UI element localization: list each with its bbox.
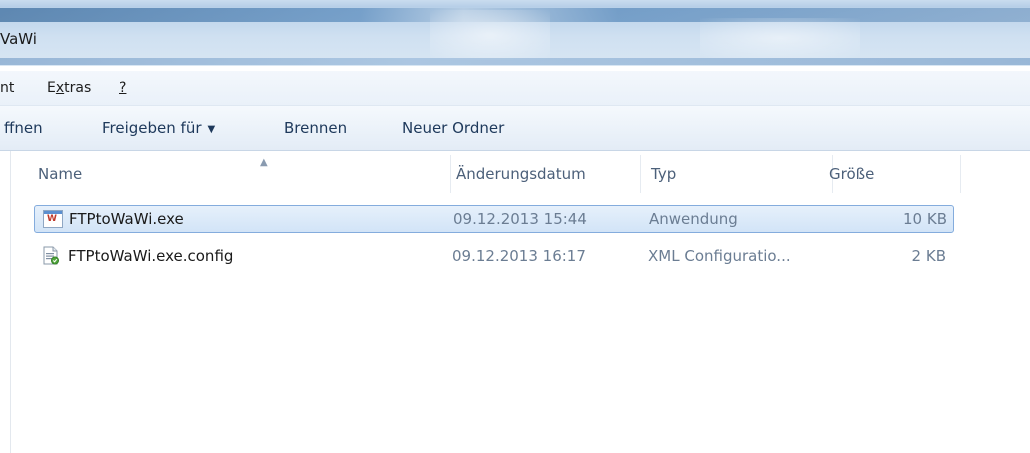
window-titlebar[interactable]: VaWi bbox=[0, 0, 1030, 66]
sort-ascending-icon: ▲ bbox=[260, 157, 268, 168]
column-header-name-label: Name bbox=[38, 165, 83, 183]
menu-item-label-prefix: E bbox=[47, 80, 56, 96]
window-title: VaWi bbox=[0, 30, 37, 48]
titlebar-glare bbox=[430, 10, 550, 60]
burn-button[interactable]: Brennen bbox=[284, 106, 347, 150]
command-bar: ffnen Freigeben für ▼ Brennen Neuer Ordne… bbox=[0, 106, 1030, 151]
dropdown-arrow-icon: ▼ bbox=[207, 124, 216, 135]
burn-button-label: Brennen bbox=[284, 119, 348, 137]
column-header-date-label: Änderungsdatum bbox=[456, 165, 586, 183]
menu-item-label-suffix: tras bbox=[64, 80, 92, 96]
column-header-size[interactable]: Größe bbox=[829, 151, 949, 197]
file-date: 09.12.2013 15:44 bbox=[453, 210, 587, 228]
file-size: 2 KB bbox=[911, 247, 946, 265]
titlebar-glare bbox=[700, 18, 860, 58]
file-row[interactable]: W FTPtoWaWi.exe 09.12.2013 15:44 Anwendu… bbox=[34, 205, 954, 233]
column-divider[interactable] bbox=[960, 155, 961, 193]
menu-item-label: ? bbox=[119, 80, 127, 96]
column-divider[interactable] bbox=[450, 155, 451, 193]
file-row[interactable]: FTPtoWaWi.exe.config 09.12.2013 16:17 XM… bbox=[34, 243, 952, 269]
file-list-empty-area[interactable] bbox=[12, 275, 1030, 453]
column-header-type-label: Typ bbox=[651, 165, 677, 183]
column-header-type[interactable]: Typ bbox=[651, 151, 831, 197]
share-with-button[interactable]: Freigeben für ▼ bbox=[102, 106, 215, 150]
menu-bar: nt Extras ? bbox=[0, 71, 1030, 106]
file-type: Anwendung bbox=[649, 210, 738, 228]
menu-item-help[interactable]: ? bbox=[119, 71, 126, 105]
executable-icon: W bbox=[43, 210, 63, 228]
file-size: 10 KB bbox=[903, 210, 947, 228]
column-header-size-label: Größe bbox=[829, 165, 875, 183]
menu-item-accelerator: x bbox=[55, 80, 65, 96]
navigation-pane-edge[interactable] bbox=[0, 151, 11, 453]
file-date: 09.12.2013 16:17 bbox=[452, 247, 586, 265]
open-button[interactable]: ffnen bbox=[4, 106, 43, 150]
new-folder-button-label: Neuer Ordner bbox=[402, 119, 505, 137]
open-button-label: ffnen bbox=[4, 119, 43, 137]
new-folder-button[interactable]: Neuer Ordner bbox=[402, 106, 504, 150]
menu-item-label: nt bbox=[0, 80, 15, 96]
file-name: FTPtoWaWi.exe bbox=[69, 210, 184, 228]
config-file-icon bbox=[43, 246, 59, 265]
column-header-name[interactable]: ▲ Name bbox=[38, 151, 448, 197]
titlebar-bottom-band bbox=[0, 58, 1030, 65]
column-divider[interactable] bbox=[640, 155, 641, 193]
column-header-row: ▲ Name Änderungsdatum Typ Größe bbox=[12, 151, 1030, 197]
column-header-date[interactable]: Änderungsdatum bbox=[456, 151, 636, 197]
file-name: FTPtoWaWi.exe.config bbox=[68, 247, 234, 265]
share-with-button-label: Freigeben für bbox=[102, 119, 202, 137]
file-type: XML Configuratio... bbox=[648, 247, 791, 265]
menu-item-ansicht[interactable]: nt bbox=[0, 71, 14, 105]
menu-item-extras[interactable]: Extras bbox=[47, 71, 91, 105]
